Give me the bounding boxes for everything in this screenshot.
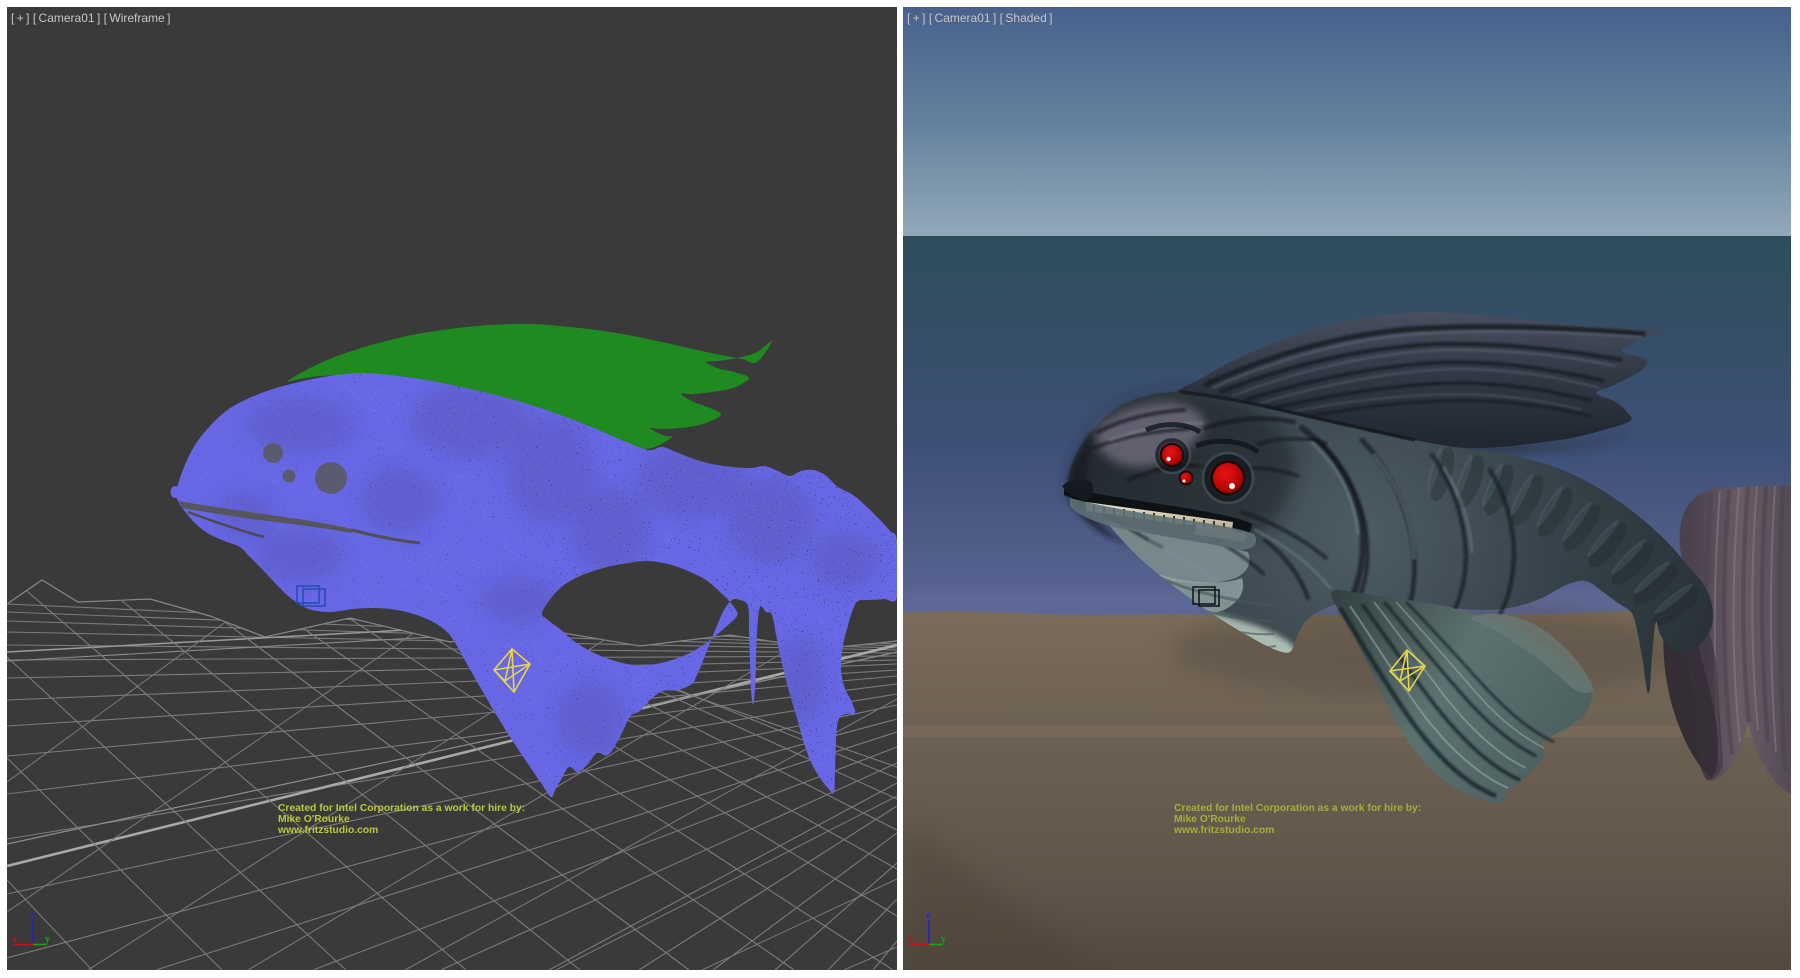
- svg-text:www.fritzstudio.com: www.fritzstudio.com: [1173, 825, 1274, 836]
- svg-text:x: x: [908, 934, 913, 945]
- svg-text:www.fritzstudio.com: www.fritzstudio.com: [277, 825, 378, 836]
- svg-text:[ + ] [ Camera01 ] [ Wireframe: [ + ] [ Camera01 ] [ Wireframe ]: [11, 11, 170, 25]
- svg-text:Mike O'Rourke: Mike O'Rourke: [1174, 814, 1246, 825]
- svg-text:Created for Intel Corporation: Created for Intel Corporation as a work …: [278, 803, 525, 814]
- svg-text:z: z: [926, 910, 931, 921]
- svg-text:z: z: [30, 910, 35, 921]
- svg-text:Created for Intel Corporation: Created for Intel Corporation as a work …: [1174, 803, 1421, 814]
- svg-text:y: y: [941, 934, 946, 945]
- svg-text:y: y: [45, 934, 50, 945]
- svg-text:x: x: [12, 934, 17, 945]
- svg-text:[ + ] [ Camera01 ] [ Shaded ]: [ + ] [ Camera01 ] [ Shaded ]: [907, 11, 1053, 25]
- svg-text:Mike O'Rourke: Mike O'Rourke: [278, 814, 350, 825]
